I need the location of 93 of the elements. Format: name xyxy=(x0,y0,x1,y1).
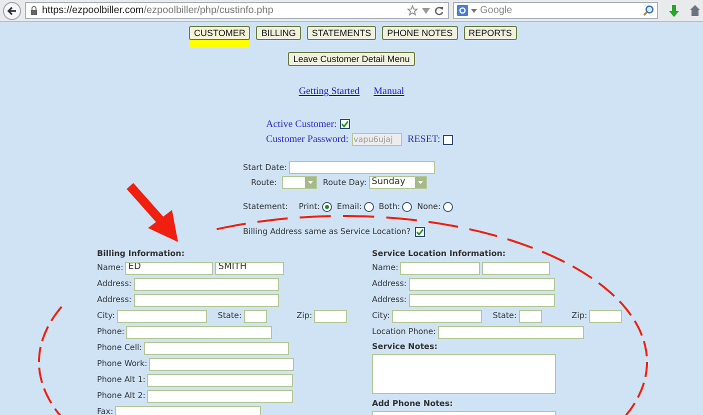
field-label: Route: xyxy=(251,176,277,188)
field-label: Address: xyxy=(97,294,132,306)
input-field[interactable] xyxy=(134,278,279,290)
radio-label: Email: xyxy=(336,201,362,213)
input-field[interactable] xyxy=(126,326,272,338)
input-field[interactable] xyxy=(314,310,348,322)
field-label: Phone Cell: xyxy=(97,342,142,354)
address-bar[interactable]: https://ezpoolbiller.com/ezpoolbiller/php/custinfo.php xyxy=(25,2,449,19)
radio-label: None: xyxy=(417,201,441,213)
radio-button[interactable] xyxy=(322,202,332,212)
back-button[interactable] xyxy=(3,2,21,20)
input-field[interactable] xyxy=(149,358,294,370)
tab[interactable]: CUSTOMER xyxy=(189,26,250,40)
input-field[interactable] xyxy=(116,310,207,322)
caret-icon xyxy=(304,177,316,188)
tab[interactable]: STATEMENTS xyxy=(306,26,376,40)
tab[interactable]: PHONE NOTES xyxy=(382,26,458,40)
url-text: https://ezpoolbiller.com/ezpoolbiller/php/custinfo.php xyxy=(42,4,274,18)
search-placeholder: Google xyxy=(480,4,512,18)
back-arrow-icon xyxy=(7,6,17,16)
field-label: Name: xyxy=(372,262,398,274)
field-label: Phone Alt 2: xyxy=(97,390,146,402)
input-field[interactable] xyxy=(482,262,550,274)
caret-icon xyxy=(414,177,426,188)
field-label: Billing Address same as Service Location? xyxy=(243,226,411,238)
dropdown[interactable]: Sunday xyxy=(368,176,427,189)
input-field[interactable] xyxy=(147,390,294,402)
field-label: Customer Password: xyxy=(266,133,348,147)
input-field[interactable] xyxy=(288,161,435,174)
radio-label: Print: xyxy=(298,201,320,213)
field-label: Active Customer: xyxy=(266,118,337,132)
input-field[interactable] xyxy=(438,326,584,338)
field-label: Route Day: xyxy=(322,176,367,188)
input-field[interactable] xyxy=(400,262,480,274)
input-field[interactable] xyxy=(244,310,267,322)
field-label: Zip: xyxy=(296,310,312,322)
field-label: City: xyxy=(97,310,115,322)
help-link[interactable]: Getting Started xyxy=(298,84,360,99)
notes-field[interactable] xyxy=(372,354,556,394)
section-heading: Service Notes: xyxy=(372,341,438,353)
field-label: Start Date: xyxy=(243,162,287,174)
dropdown-arrow-icon[interactable] xyxy=(422,8,430,14)
selection-highlight xyxy=(189,40,250,48)
input-field[interactable] xyxy=(144,342,289,354)
section-heading: Billing Information: xyxy=(97,248,186,260)
lock-icon xyxy=(30,6,38,15)
tab[interactable]: BILLING xyxy=(256,26,301,40)
field-label: Phone: xyxy=(97,326,124,338)
field-label: Statement: xyxy=(243,201,288,213)
tab[interactable]: REPORTS xyxy=(464,26,517,40)
checkbox[interactable] xyxy=(414,227,425,237)
home-icon[interactable] xyxy=(690,5,700,16)
radio-button[interactable] xyxy=(364,202,374,212)
input-field[interactable]: SMITH xyxy=(215,262,284,274)
input-field[interactable] xyxy=(134,294,279,306)
star-icon[interactable] xyxy=(407,5,418,16)
download-icon[interactable] xyxy=(668,4,680,16)
field-label: State: xyxy=(492,310,517,322)
dropdown[interactable] xyxy=(282,176,317,189)
input-field[interactable] xyxy=(518,310,542,322)
radio-button[interactable] xyxy=(442,202,453,212)
radio-label: Both: xyxy=(378,201,400,213)
search-icon[interactable] xyxy=(643,5,654,16)
radio-button[interactable] xyxy=(402,202,412,212)
reload-icon[interactable] xyxy=(434,6,444,16)
input-field[interactable] xyxy=(115,406,262,415)
search-field[interactable]: Google xyxy=(453,2,658,19)
field-label: Name: xyxy=(97,262,124,274)
field-label: Location Phone: xyxy=(372,326,436,338)
field-label: Zip: xyxy=(572,310,588,322)
field-label: Phone Work: xyxy=(97,358,148,370)
section-heading: Add Phone Notes: xyxy=(372,398,454,410)
dropdown-arrow-icon xyxy=(471,8,477,12)
input-field[interactable] xyxy=(392,310,482,322)
input-field[interactable] xyxy=(589,310,622,322)
help-link[interactable]: Manual xyxy=(374,84,404,99)
input-field[interactable] xyxy=(147,374,294,386)
input-field[interactable] xyxy=(408,294,555,306)
leave-menu-button[interactable]: Leave Customer Detail Menu xyxy=(288,52,415,66)
field-label: Address: xyxy=(372,294,407,306)
field-label: RESET: xyxy=(408,133,440,147)
checkbox[interactable] xyxy=(340,119,350,129)
checkbox[interactable] xyxy=(443,134,454,144)
field-label: City: xyxy=(372,310,390,322)
search-engine-icon xyxy=(457,5,468,16)
field-label: State: xyxy=(218,310,242,322)
field-label: Address: xyxy=(372,278,407,290)
field-label: Phone Alt 1: xyxy=(97,374,146,386)
field-label: Fax: xyxy=(97,406,114,415)
section-heading: Service Location Information: xyxy=(372,248,507,260)
field-label: Address: xyxy=(97,278,132,290)
input-field[interactable] xyxy=(408,278,555,290)
input-field[interactable]: ED xyxy=(125,262,214,274)
